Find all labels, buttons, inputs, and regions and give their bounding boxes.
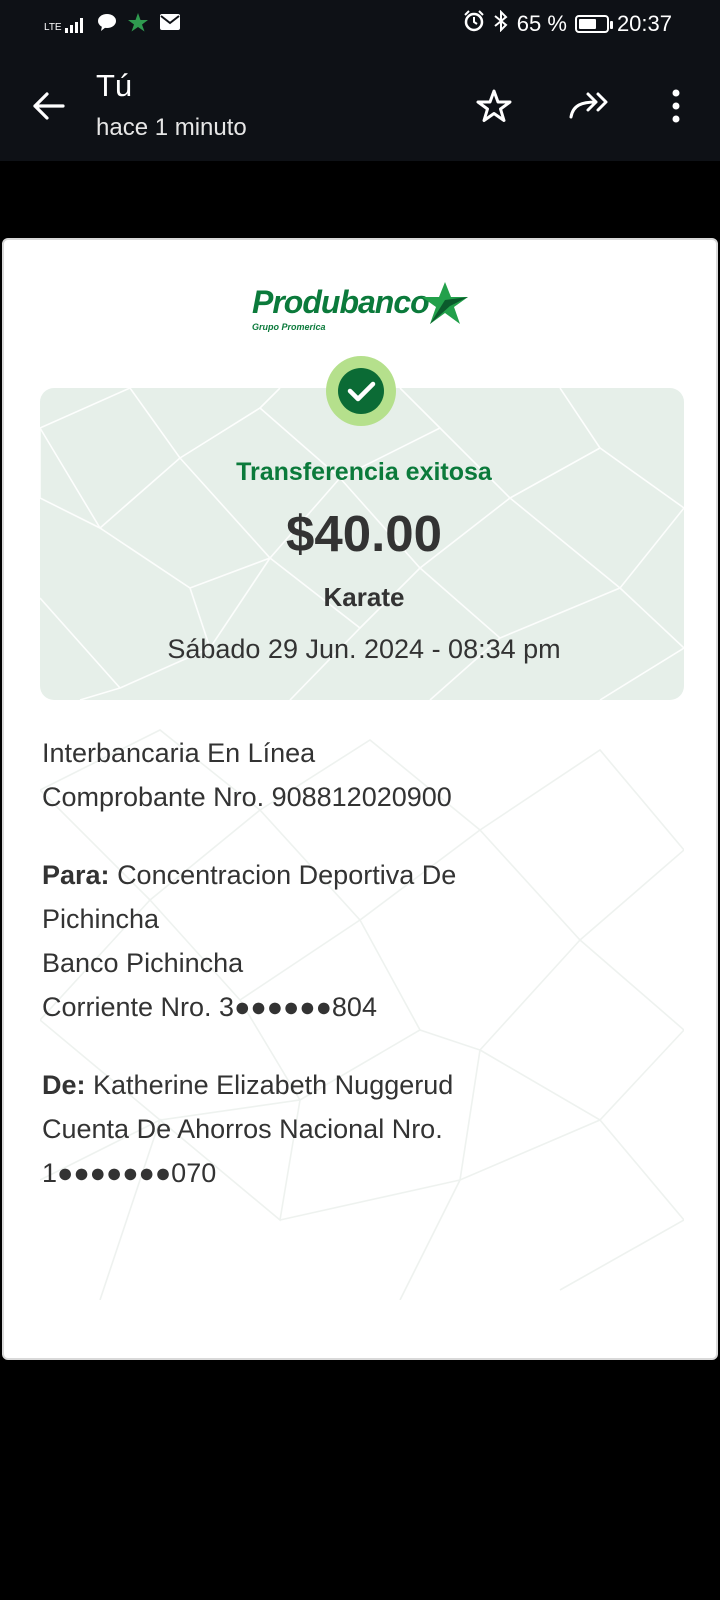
sender-line: De: Katherine Elizabeth Nuggerud: [42, 1070, 453, 1101]
sender-account-type: Cuenta De Ahorros Nacional Nro.: [42, 1114, 443, 1144]
bluetooth-icon: [493, 9, 509, 38]
status-right: 65 % 20:37: [463, 9, 672, 38]
recipient-bank: Banco Pichincha: [42, 948, 244, 978]
app-bar: Tú hace 1 minuto: [0, 52, 720, 161]
forward-icon: [569, 92, 608, 119]
recipient-label: Para:: [42, 860, 110, 890]
chat-icon: [97, 13, 117, 36]
battery-icon: [574, 15, 613, 33]
recipient-name-continued: Pichincha: [42, 904, 160, 934]
battery-percent: 65 %: [516, 11, 567, 36]
back-button[interactable]: [26, 84, 70, 128]
brand-subtitle: Grupo Promerica: [252, 322, 326, 332]
status-left: LTE: [44, 12, 181, 37]
network-type: LTE: [44, 21, 62, 33]
recipient-account: Corriente Nro. 3●●●●●●804: [42, 992, 377, 1022]
sender-account-number: 1●●●●●●●070: [42, 1158, 217, 1188]
sender-label: De:: [42, 1070, 86, 1100]
alarm-icon: [463, 10, 485, 38]
transfer-status: Transferencia exitosa: [236, 458, 492, 486]
more-options-button[interactable]: [654, 84, 698, 128]
sender-name: Katherine Elizabeth Nuggerud: [93, 1070, 454, 1100]
brand-logo: Produbanco Grupo Promerica: [252, 282, 468, 332]
recipient-name: Concentracion Deportiva De: [117, 860, 457, 890]
chat-subtitle: hace 1 minuto: [96, 114, 247, 141]
voucher-number: Comprobante Nro. 908812020900: [42, 782, 452, 812]
signal-icon: LTE: [44, 17, 87, 33]
recipient-line: Para: Concentracion Deportiva De: [42, 860, 456, 891]
transfer-type: Interbancaria En Línea: [42, 738, 316, 768]
more-vert-icon: [672, 89, 680, 123]
brand-name: Produbanco: [252, 284, 430, 320]
forward-button[interactable]: [568, 84, 612, 128]
app-star-icon: [127, 12, 149, 37]
back-arrow-icon: [33, 92, 65, 120]
star-button[interactable]: [472, 84, 516, 128]
mail-icon: [159, 13, 181, 36]
transfer-amount: $40.00: [286, 505, 442, 562]
chat-title: Tú: [96, 68, 133, 103]
transfer-datetime: Sábado 29 Jun. 2024 - 08:34 pm: [167, 634, 561, 664]
success-check-icon: [326, 356, 396, 426]
receipt-card[interactable]: Produbanco Grupo Promerica Transferencia…: [2, 238, 718, 1360]
status-bar: LTE 65 % 20:37: [0, 0, 720, 52]
star-icon: [476, 89, 512, 122]
clock: 20:37: [616, 11, 672, 36]
brand-star-icon: [422, 282, 468, 324]
transfer-concept: Karate: [323, 582, 405, 612]
